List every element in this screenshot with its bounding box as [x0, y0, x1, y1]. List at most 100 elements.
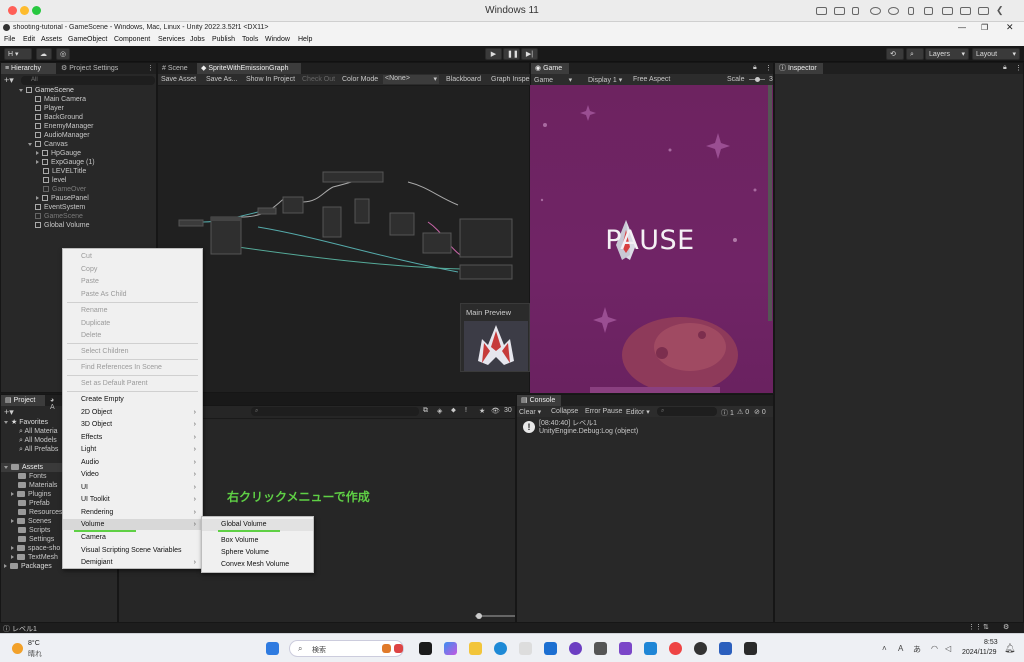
menu-item-volume[interactable]: Volume ›: [63, 519, 202, 530]
weather-sun-icon[interactable]: [12, 643, 23, 654]
collapse-icon[interactable]: [36, 196, 39, 200]
scale-slider-handle[interactable]: [755, 77, 760, 82]
collapse-icon[interactable]: [11, 492, 14, 496]
collapse-icon[interactable]: [36, 160, 39, 164]
speaker-icon[interactable]: [924, 7, 933, 15]
search-icon[interactable]: ⌕: [906, 48, 924, 60]
console-search-input[interactable]: ⌕: [657, 407, 717, 416]
warning-icon[interactable]: !: [465, 407, 467, 414]
collapse-button[interactable]: Collapse: [551, 408, 578, 415]
log-count[interactable]: ⓘ 1: [721, 408, 734, 418]
menu-item-visual-scripting[interactable]: Visual Scripting Scene Variables: [63, 545, 202, 556]
assets-header[interactable]: Assets: [4, 463, 43, 472]
asset-folder[interactable]: Scripts: [18, 526, 50, 535]
menu-item-paste-as-child[interactable]: Paste As Child: [63, 289, 202, 300]
submenu-item-sphere-volume[interactable]: Sphere Volume: [202, 547, 313, 559]
menu-item-create-empty[interactable]: Create Empty: [63, 394, 202, 405]
hierarchy-item[interactable]: BackGround: [35, 113, 83, 122]
clock-time[interactable]: 8:53: [984, 639, 998, 646]
notification-bell-icon[interactable]: 🔔︎: [1004, 643, 1015, 654]
menu-item-rename[interactable]: Rename: [63, 305, 202, 316]
visibility-icon[interactable]: 👁︎: [491, 407, 500, 415]
layers-dropdown[interactable]: Layers ▾: [925, 48, 969, 60]
tab-game[interactable]: ◉ Game: [531, 63, 569, 74]
star-icon[interactable]: ★: [479, 407, 485, 415]
expand-icon[interactable]: [28, 143, 32, 146]
menu-item-delete[interactable]: Delete: [63, 330, 202, 341]
editor-dropdown[interactable]: Editor ▾: [626, 408, 650, 416]
play-button[interactable]: ▶: [485, 48, 502, 60]
status-network-icon[interactable]: ⇅: [983, 623, 989, 631]
panel-menu-icon[interactable]: ⋮: [765, 64, 772, 72]
clock-date[interactable]: 2024/11/29: [962, 649, 997, 656]
menu-file[interactable]: File: [4, 36, 15, 43]
usb-icon[interactable]: [852, 7, 859, 15]
hierarchy-item[interactable]: LEVELTitle: [43, 167, 86, 176]
restore-icon[interactable]: ❐: [981, 23, 988, 32]
game-view[interactable]: PAUSE: [530, 85, 773, 393]
menu-item-ui-toolkit[interactable]: UI Toolkit ›: [63, 494, 202, 505]
aspect-dropdown[interactable]: Free Aspect: [633, 76, 670, 83]
menu-gameobject[interactable]: GameObject: [68, 36, 107, 43]
hierarchy-item[interactable]: Canvas: [28, 140, 68, 149]
copilot-icon[interactable]: [444, 642, 457, 655]
asset-folder[interactable]: Settings: [18, 535, 54, 544]
menu-item-effects[interactable]: Effects ›: [63, 432, 202, 443]
vscode-icon[interactable]: [644, 642, 657, 655]
edge-icon[interactable]: [494, 642, 507, 655]
status-settings-icon[interactable]: ⚙: [1003, 623, 1009, 631]
menu-item-select-children[interactable]: Select Children: [63, 346, 202, 357]
save-asset-button[interactable]: Save Asset: [161, 76, 196, 83]
asset-folder[interactable]: TextMesh: [11, 553, 58, 562]
menu-tools[interactable]: Tools: [242, 36, 258, 43]
expand-icon[interactable]: [19, 89, 23, 92]
menu-window[interactable]: Window: [265, 36, 290, 43]
collapse-icon[interactable]: [11, 555, 14, 559]
lock-icon[interactable]: 🔒︎: [753, 64, 757, 72]
favorite-item[interactable]: ⌕ All Materia: [19, 427, 58, 436]
panel-menu-icon[interactable]: ⋮: [147, 64, 154, 72]
hierarchy-item[interactable]: Player: [35, 104, 64, 113]
game-scrollbar[interactable]: [768, 85, 772, 321]
check-out-button[interactable]: Check Out: [302, 76, 335, 83]
graph-inspector-button[interactable]: Graph Inspe: [491, 76, 531, 83]
panel-menu-icon[interactable]: ⋮: [1015, 64, 1022, 72]
lock-icon[interactable]: 🔒︎: [1003, 64, 1007, 72]
word-icon[interactable]: [719, 642, 732, 655]
zoom-slider-handle[interactable]: [476, 613, 482, 619]
hierarchy-item[interactable]: HpGauge: [36, 149, 81, 158]
asset-folder[interactable]: Fonts: [18, 472, 47, 481]
layout-dropdown[interactable]: Layout ▾: [972, 48, 1020, 60]
show-in-project-button[interactable]: Show In Project: [246, 76, 295, 83]
disk-icon[interactable]: [888, 7, 899, 15]
step-button[interactable]: ▶|: [521, 48, 538, 60]
collab-icon[interactable]: ◎: [56, 48, 70, 60]
hierarchy-item[interactable]: GameScene: [19, 86, 74, 95]
color-mode-dropdown[interactable]: <None> ▾: [383, 75, 439, 84]
tab-project[interactable]: ▤ Project: [1, 395, 45, 406]
tab-console[interactable]: ▤ Console: [517, 395, 561, 406]
screen-icon[interactable]: [960, 7, 971, 15]
hierarchy-item[interactable]: EnemyManager: [35, 122, 93, 131]
ime-mode-icon[interactable]: あ: [913, 644, 921, 655]
microphone-icon[interactable]: [908, 7, 914, 15]
tab-inspector[interactable]: ⓘ Inspector: [775, 63, 823, 74]
blackboard-button[interactable]: Blackboard: [446, 76, 481, 83]
menu-services[interactable]: Services: [158, 36, 185, 43]
menu-item-duplicate[interactable]: Duplicate: [63, 318, 202, 329]
expand-icon[interactable]: [4, 421, 8, 424]
expand-icon[interactable]: [4, 466, 8, 469]
github-icon[interactable]: [569, 642, 582, 655]
add-icon[interactable]: +▾: [4, 407, 14, 418]
ime-icon[interactable]: A: [898, 644, 903, 653]
asset-folder[interactable]: Plugins: [11, 490, 51, 499]
wifi-icon[interactable]: ◠: [931, 644, 938, 653]
asset-folder[interactable]: Scenes: [11, 517, 51, 526]
keyboard-icon[interactable]: [816, 7, 827, 15]
cloud-icon[interactable]: ☁: [36, 48, 52, 60]
status-grid-icon[interactable]: ⋮⋮: [968, 623, 982, 631]
display-dropdown[interactable]: Display 1 ▾: [588, 76, 622, 84]
error-pause-button[interactable]: Error Pause: [585, 408, 622, 415]
hierarchy-item[interactable]: level: [43, 176, 66, 185]
menu-item-2d-object[interactable]: 2D Object ›: [63, 407, 202, 418]
